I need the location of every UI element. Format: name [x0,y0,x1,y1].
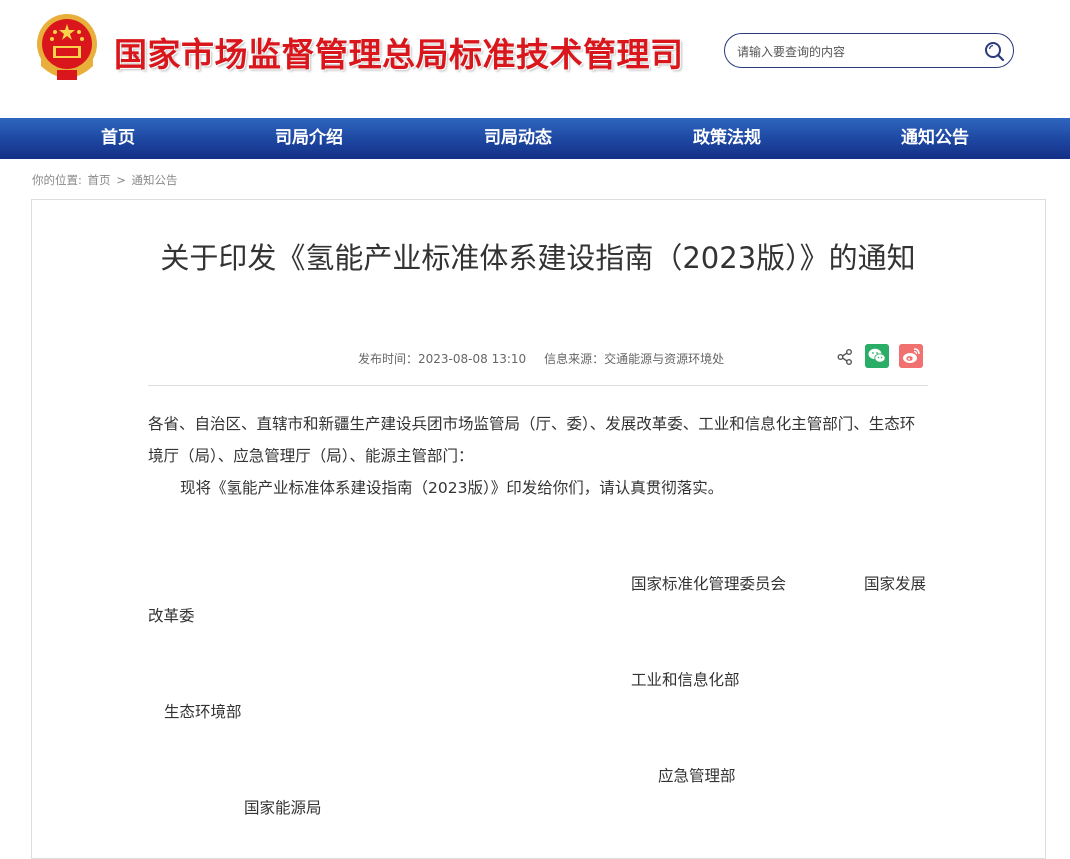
signatory-ndrc-part2: 改革委 [148,607,195,625]
wechat-icon[interactable] [865,344,889,368]
signatory-sac: 国家标准化管理委员会 [631,575,787,593]
signatory-mee: 生态环境部 [164,703,242,721]
main-nav: 首页 司局介绍 司局动态 政策法规 通知公告 [0,118,1070,159]
meta-divider [148,385,928,386]
weibo-icon[interactable] [899,344,923,368]
breadcrumb-current[interactable]: 通知公告 [131,173,177,187]
signatory-ndrc-part1: 国家发展 [864,575,927,593]
nav-policy[interactable]: 政策法规 [647,118,807,159]
main-paragraph: 现将《氢能产业标准体系建设指南（2023版）》印发给你们，请认真贯彻落实。 [180,479,724,497]
search-input[interactable] [735,42,979,62]
publish-label: 发布时间： [358,352,419,366]
nav-about[interactable]: 司局介绍 [229,118,389,159]
breadcrumb-prefix: 你的位置: [32,173,82,187]
site-title[interactable]: 国家市场监督管理总局标准技术管理司 [114,28,684,76]
signatory-mem: 应急管理部 [658,767,736,785]
nav-home[interactable]: 首页 [38,118,198,159]
breadcrumb-arrow: > [116,173,126,187]
publish-time: 2023-08-08 13:10 [418,352,527,366]
signatory-nea: 国家能源局 [244,799,322,817]
article-meta: 发布时间：2023-08-08 13:10 信息来源：交通能源与资源环境处 [358,350,724,367]
national-emblem-icon[interactable] [33,12,101,84]
nav-notices[interactable]: 通知公告 [855,118,1015,159]
search-box [724,33,1014,68]
share-icon[interactable] [836,348,854,366]
recipients-paragraph: 各省、自治区、直辖市和新疆生产建设兵团市场监管局（厅、委）、发展改革委、工业和信… [148,415,916,465]
article-container [31,199,1046,859]
nav-news[interactable]: 司局动态 [438,118,598,159]
breadcrumb: 你的位置: 首页 > 通知公告 [32,172,179,188]
site-header: 国家市场监督管理总局标准技术管理司 [0,0,1070,118]
source-value: 交通能源与资源环境处 [604,352,725,366]
signatory-miit: 工业和信息化部 [631,671,740,689]
source-label: 信息来源： [544,352,605,366]
search-icon[interactable] [983,40,1005,62]
article-title: 关于印发《氢能产业标准体系建设指南（2023版）》的通知 [160,241,916,275]
breadcrumb-home[interactable]: 首页 [88,173,111,187]
